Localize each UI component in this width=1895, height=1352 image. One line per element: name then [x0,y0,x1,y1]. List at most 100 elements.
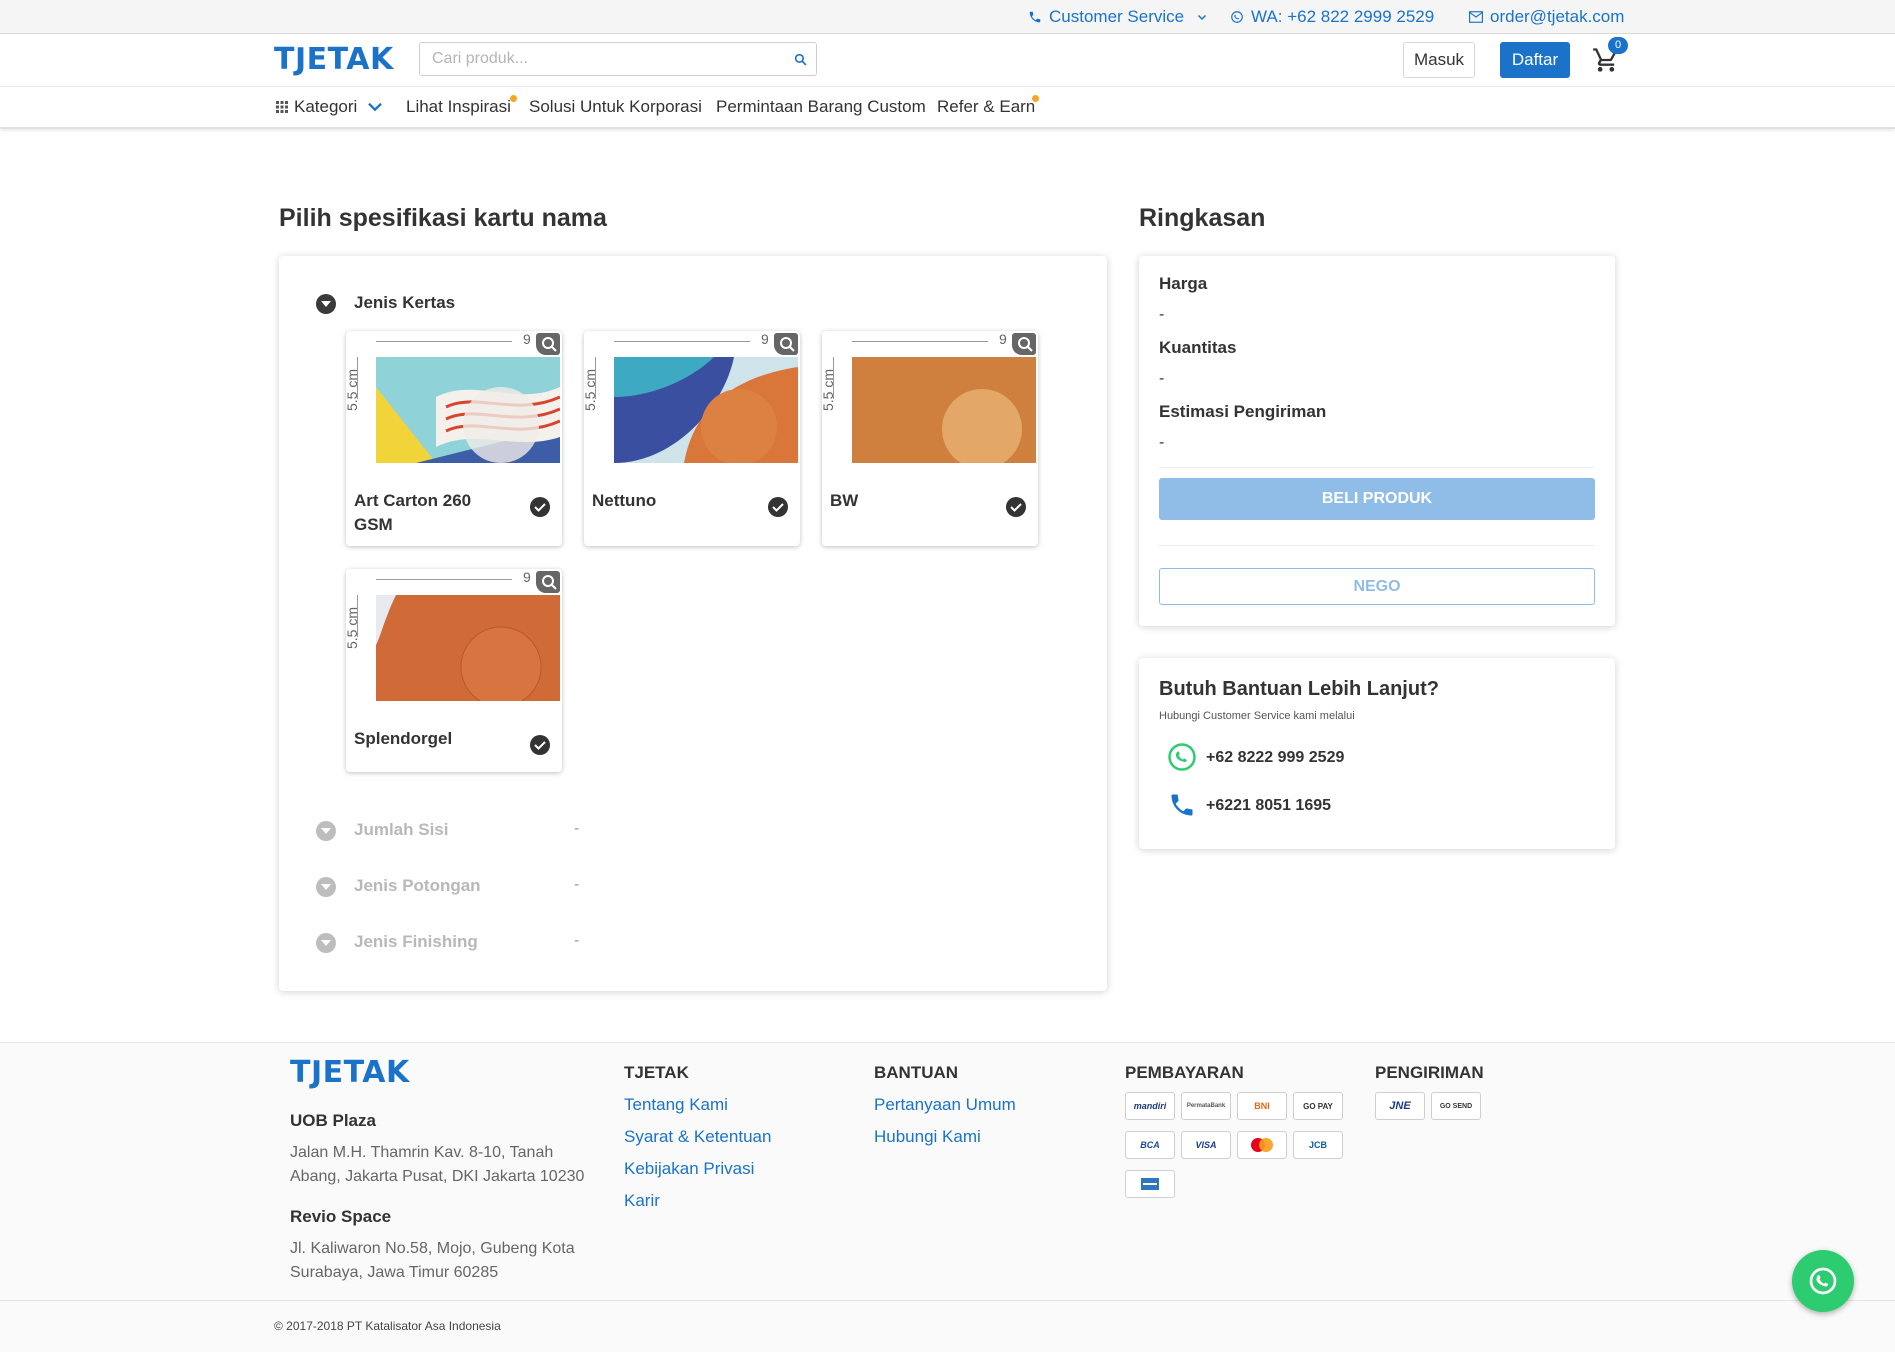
bni-logo: BNI [1237,1092,1287,1120]
collapse-arrow-icon[interactable] [316,933,336,953]
paper-thumbnail [852,357,1036,463]
whatsapp-icon [1168,743,1196,771]
email-contact[interactable]: order@tjetak.com [1469,0,1624,33]
paper-option-art-carton[interactable]: 9 5.5 cm Art Carton 260 GSM [344,331,562,546]
paper-option-bw[interactable]: 9 5.5 cm BW [820,331,1038,546]
footer-link-careers[interactable]: Karir [624,1191,660,1211]
search-box [419,42,817,76]
whatsapp-contact[interactable]: WA: +62 822 2999 2529 [1230,0,1434,33]
footer-link-about[interactable]: Tentang Kami [624,1095,728,1115]
summary-panel: Harga - Kuantitas - Estimasi Pengiriman … [1139,256,1615,626]
jne-logo: JNE [1375,1092,1425,1120]
nav-item-custom-request[interactable]: Permintaan Barang Custom [716,87,926,127]
zoom-icon[interactable] [536,571,560,593]
header: TJETAK Masuk Daftar 0 [0,34,1895,87]
spec-row-value: - [574,876,580,893]
whatsapp-icon [1231,10,1243,23]
footer-link-terms[interactable]: Syarat & Ketentuan [624,1127,771,1147]
nav-item-inspiration[interactable]: Lihat Inspirasi [406,87,511,127]
search-icon[interactable] [794,53,807,66]
nav-item-corporate[interactable]: Solusi Untuk Korporasi [529,87,702,127]
footer-column-title: TJETAK [624,1063,689,1082]
paper-option-splendorgel[interactable]: 9 5.5 cm Splendorgel [344,569,562,772]
paper-thumbnail [614,357,798,463]
height-dimension-label: 5.5 cm [344,368,360,411]
footer-link-contact[interactable]: Hubungi Kami [874,1127,981,1147]
collapse-arrow-icon[interactable] [316,877,336,897]
footer-logo[interactable]: TJETAK [290,1055,410,1090]
search-input[interactable] [430,43,774,75]
whatsapp-icon [1809,1267,1837,1295]
mastercard-logo [1237,1131,1287,1159]
collapse-arrow-icon[interactable] [316,294,336,314]
price-label: Harga [1159,274,1208,293]
office-title: Revio Space [290,1207,392,1226]
zoom-icon[interactable] [1012,333,1036,355]
spec-row-label[interactable]: Jenis Potongan [354,876,481,896]
category-label: Kategori [294,97,358,116]
paper-section-title[interactable]: Jenis Kertas [354,293,455,313]
collapse-arrow-icon[interactable] [316,821,336,841]
permatabank-logo: PermataBank [1181,1092,1231,1120]
gopay-logo: GO PAY [1293,1092,1343,1120]
paper-option-nettuno[interactable]: 9 5.5 cm Nettuno [582,331,800,546]
height-dimension-label: 5.5 cm [820,368,836,411]
spec-row-label[interactable]: Jumlah Sisi [354,820,448,840]
paper-thumbnail [376,595,560,701]
paper-name: Nettuno [592,491,657,510]
width-dimension-label: 9 [761,331,769,347]
width-dimension-label: 9 [999,331,1007,347]
spec-panel: Jenis Kertas 9 5.5 cm Art Carton 260 GSM [279,256,1107,991]
paper-name: BW [830,491,859,510]
amex-logo [1125,1170,1175,1198]
shipping-estimate-value: - [1159,434,1165,451]
quantity-value: - [1159,370,1165,387]
grid-icon [276,101,288,113]
help-phone-number[interactable]: +6221 8051 1695 [1206,797,1331,815]
paper-name: Art Carton 260 GSM [354,491,472,534]
help-title: Butuh Bantuan Lebih Lanjut? [1159,678,1439,700]
category-menu[interactable]: Kategori [276,87,383,127]
divider [1159,545,1595,546]
buy-product-button[interactable]: BELI PRODUK [1159,478,1595,520]
divider [1159,467,1595,468]
paper-thumbnail [376,357,560,463]
summary-title: Ringkasan [1139,204,1266,232]
customer-service-dropdown[interactable]: Customer Service [1028,0,1215,33]
check-icon [530,735,550,755]
footer-column-title: PEMBAYARAN [1125,1063,1244,1082]
shipping-estimate-label: Estimasi Pengiriman [1159,402,1327,421]
zoom-icon[interactable] [774,333,798,355]
nav-item-refer-earn[interactable]: Refer & Earn [937,87,1035,127]
zoom-icon[interactable] [536,333,560,355]
paper-name: Splendorgel [354,729,453,748]
whatsapp-float-button[interactable] [1792,1250,1854,1312]
cart-count-badge: 0 [1608,37,1628,54]
spec-row-value: - [574,820,580,837]
gosend-logo: GO SEND [1431,1092,1481,1120]
width-dimension-label: 9 [523,569,531,585]
visa-logo: VISA [1181,1131,1231,1159]
spec-row-label[interactable]: Jenis Finishing [354,932,478,952]
customer-service-label: Customer Service [1049,6,1185,26]
logo[interactable]: TJETAK [274,42,394,77]
phone-icon [1029,11,1041,22]
login-button[interactable]: Masuk [1403,42,1475,78]
new-indicator-dot [1032,95,1039,102]
footer-link-faq[interactable]: Pertanyaan Umum [874,1095,1016,1115]
bca-logo: BCA [1125,1131,1175,1159]
quantity-label: Kuantitas [1159,338,1237,357]
help-whatsapp-number[interactable]: +62 8222 999 2529 [1206,749,1344,767]
register-button[interactable]: Daftar [1500,42,1570,78]
height-dimension-label: 5.5 cm [582,368,598,411]
width-dimension-line [376,579,512,580]
price-value: - [1159,306,1165,323]
footer-link-privacy[interactable]: Kebijakan Privasi [624,1159,754,1179]
chevron-down-icon [1198,14,1207,20]
negotiate-button[interactable]: NEGO [1159,568,1595,605]
check-icon [1006,497,1026,517]
check-icon [530,497,550,517]
category-nav: Kategori Lihat Inspirasi Solusi Untuk Ko… [0,87,1895,129]
whatsapp-label: WA: +62 822 2999 2529 [1251,6,1435,26]
spec-row-value: - [574,932,580,949]
